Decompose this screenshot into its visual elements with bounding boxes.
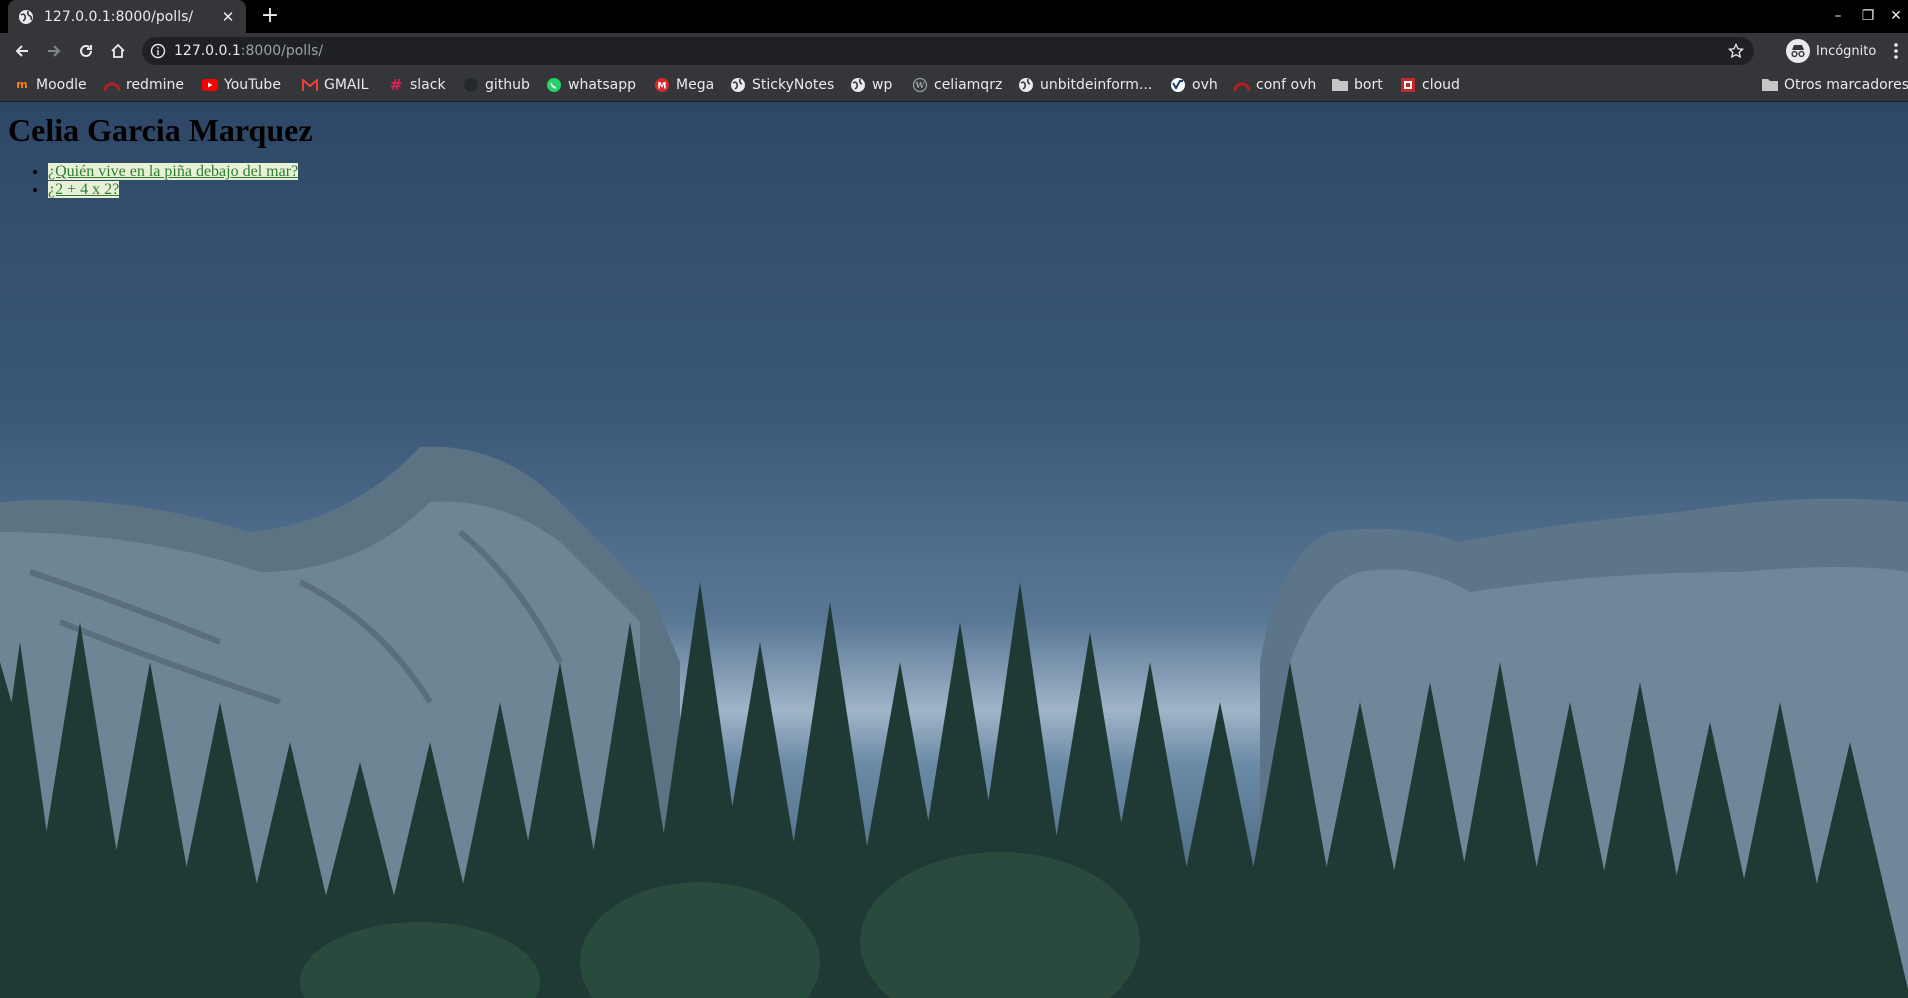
poll-list: ¿Quién vive en la piña debajo del mar? ¿… [8,163,313,199]
bookmark-label: github [485,76,530,93]
bookmark-label: StickyNotes [752,76,835,93]
bookmark-label: Moodle [36,76,87,93]
bookmark-unbitdeinform[interactable]: unbitdeinform... [1018,68,1152,101]
redmine-icon [1234,77,1250,93]
close-window-icon[interactable]: ✕ [1884,4,1908,28]
restore-icon[interactable]: ❐ [1856,4,1880,28]
bookmark-label: redmine [126,76,184,93]
globe-icon [1018,77,1034,93]
svg-text:W: W [915,80,926,90]
mountain-forest-background [0,446,1908,998]
bookmark-label: Otros marcadores [1784,76,1908,93]
bookmark-label: wp [872,76,893,93]
tab-title: 127.0.0.1:8000/polls/ [44,8,194,25]
bookmark-stickynotes[interactable]: StickyNotes [730,68,834,101]
incognito-profile-button[interactable]: Incógnito [1782,37,1882,65]
address-path: :8000/polls/ [240,43,324,59]
bookmark-label: cloud [1422,76,1460,93]
reload-icon [80,44,92,57]
browser-tab[interactable]: 127.0.0.1:8000/polls/ ✕ [8,0,246,33]
reload-button[interactable] [74,39,98,63]
bookmark-label: YouTube [224,76,281,93]
bookmark-label: unbitdeinform... [1040,76,1153,93]
back-button[interactable] [10,39,34,63]
poll-list-item: ¿2 + 4 x 2? [48,181,313,199]
github-icon [463,77,479,93]
new-tab-button[interactable]: + [258,4,282,28]
moodle-icon: m [16,78,28,91]
wordpress-icon: W [912,77,928,93]
globe-icon [850,77,866,93]
bookmark-slack[interactable]: # slack [388,68,446,101]
info-icon[interactable] [150,43,166,59]
bookmark-github[interactable]: github [463,68,530,101]
close-tab-icon[interactable]: ✕ [220,9,236,25]
globe-icon [19,9,33,24]
bookmark-whatsapp[interactable]: whatsapp [546,68,636,101]
bookmark-star-icon[interactable] [1728,43,1744,59]
incognito-icon [1786,39,1810,63]
more-menu-icon[interactable] [1892,41,1900,61]
bookmark-label: GMAIL [324,76,369,93]
folder-icon [1762,77,1778,93]
page-viewport: Celia Garcia Marquez ¿Quién vive en la p… [0,102,1908,998]
bookmark-gmail[interactable]: GMAIL [302,68,368,101]
gmail-icon [302,77,318,93]
redmine-icon [104,77,120,93]
folder-icon [1332,77,1348,93]
cloud-icon [1400,77,1416,93]
page-title: Celia Garcia Marquez [8,112,313,148]
whatsapp-icon [546,77,562,93]
minimize-icon[interactable]: – [1826,4,1850,28]
poll-list-item: ¿Quién vive en la piña debajo del mar? [48,163,313,181]
other-bookmarks-folder[interactable]: Otros marcadores [1762,68,1908,101]
bookmark-youtube[interactable]: YouTube [202,68,281,101]
poll-link[interactable]: ¿2 + 4 x 2? [48,181,120,198]
arrow-left-icon [15,45,28,57]
bookmark-ovh[interactable]: ovh [1170,68,1218,101]
globe-icon [730,77,746,93]
home-icon [111,43,125,58]
ovh-icon [1170,77,1186,93]
bookmark-mega[interactable]: M Mega [654,68,714,101]
bookmark-label: slack [410,76,446,93]
bookmark-label: bort [1354,76,1383,93]
bookmark-redmine[interactable]: redmine [104,68,184,101]
profile-label: Incógnito [1816,43,1877,59]
bookmark-bort[interactable]: bort [1332,68,1383,101]
svg-text:M: M [658,81,667,91]
bookmarks-bar: m Moodle redmine YouTube GMAIL # slack g… [0,68,1908,102]
address-bar[interactable]: 127.0.0.1:8000/polls/ [142,37,1754,65]
tab-strip: 127.0.0.1:8000/polls/ ✕ + – ❐ ✕ [0,0,1908,33]
bookmark-wp[interactable]: wp [850,68,892,101]
bookmark-label: conf ovh [1256,76,1317,93]
home-button[interactable] [106,39,130,63]
slack-icon: # [389,75,403,94]
browser-toolbar: 127.0.0.1:8000/polls/ Incógnito [0,33,1908,68]
forward-button[interactable] [42,39,66,63]
bookmark-conf-ovh[interactable]: conf ovh [1234,68,1316,101]
bookmark-cloud[interactable]: cloud [1400,68,1460,101]
bookmark-label: whatsapp [568,76,637,93]
page-content: Celia Garcia Marquez ¿Quién vive en la p… [8,102,313,199]
bookmark-label: ovh [1192,76,1218,93]
poll-link[interactable]: ¿Quién vive en la piña debajo del mar? [48,163,299,180]
address-host: 127.0.0.1 [174,43,241,59]
bookmark-moodle[interactable]: m Moodle [14,68,87,101]
bookmark-label: celiamqrz [934,76,1003,93]
mega-icon: M [654,77,670,93]
youtube-icon [202,77,218,93]
bookmark-celiamqrz[interactable]: W celiamqrz [912,68,1002,101]
bookmark-label: Mega [676,76,715,93]
arrow-right-icon [48,45,61,57]
